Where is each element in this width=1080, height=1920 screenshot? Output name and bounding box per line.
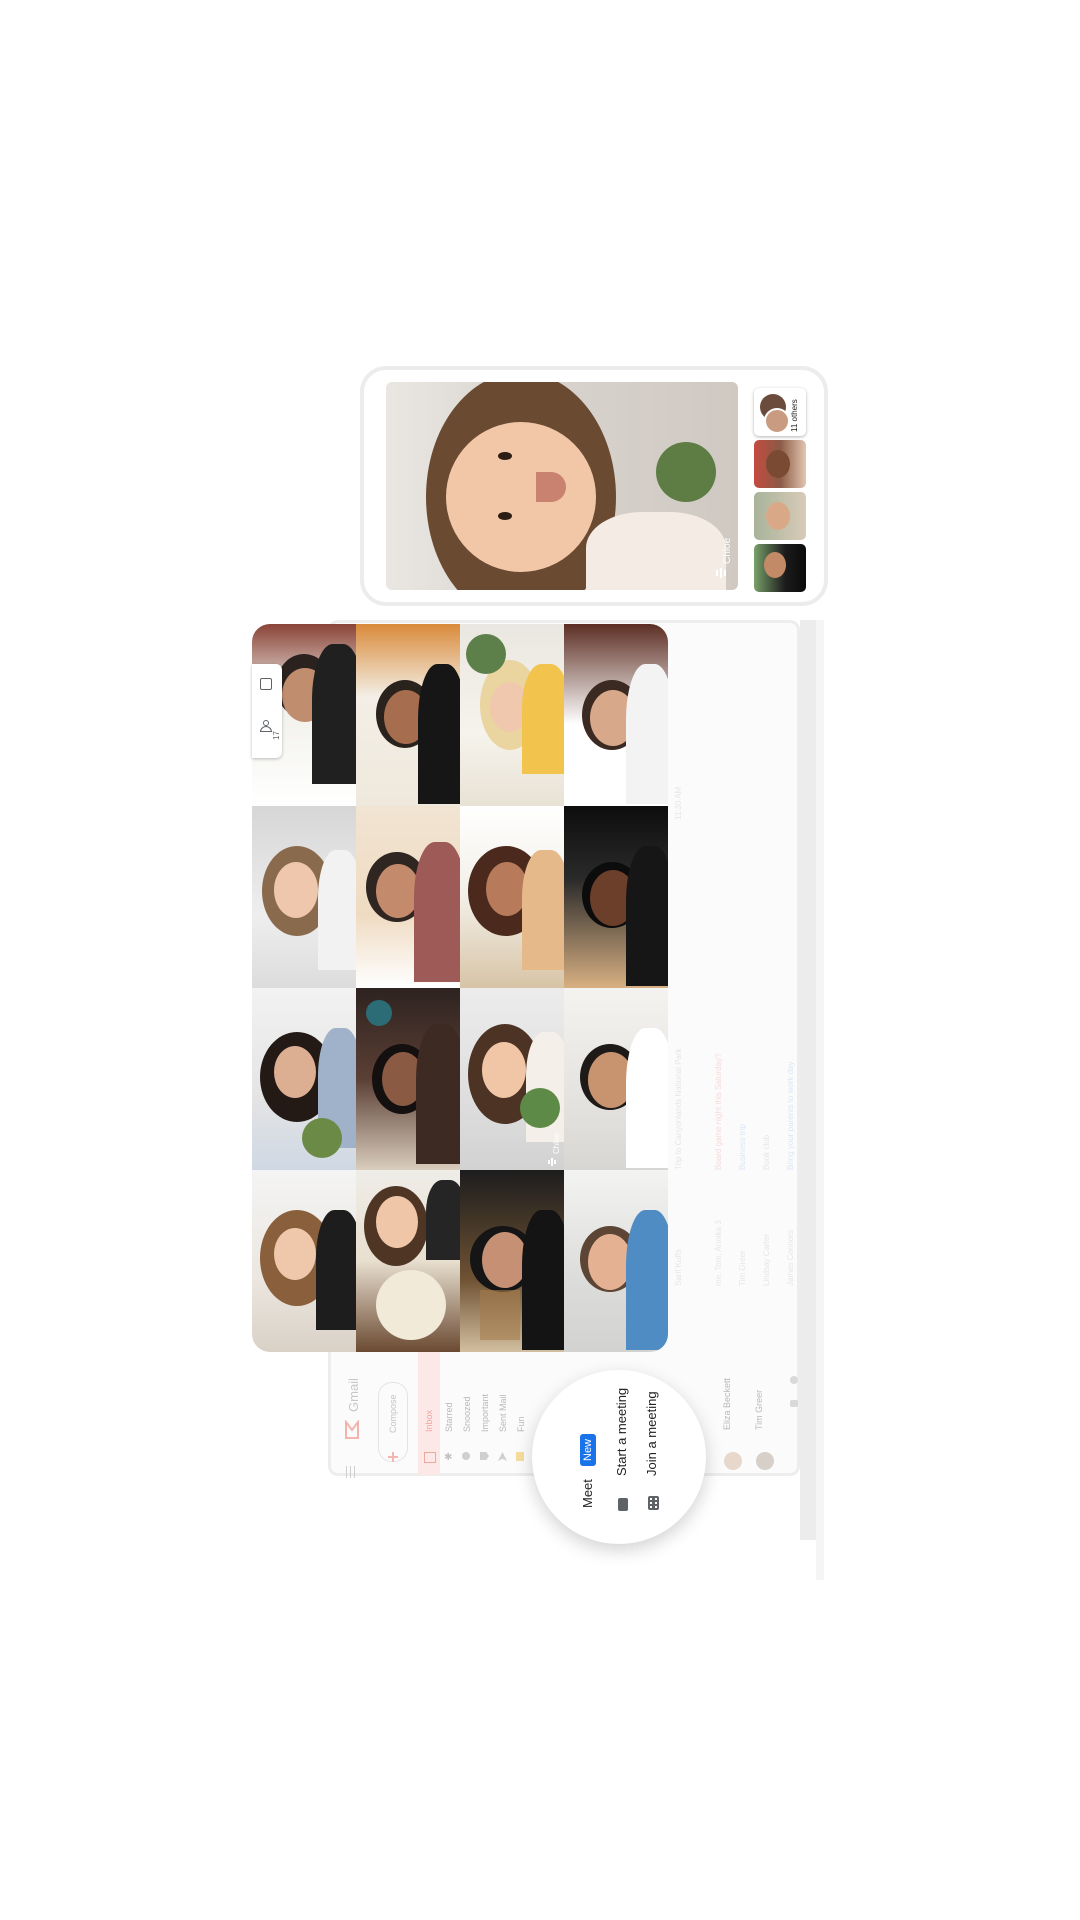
- gmail-window-edge-outer: [816, 620, 824, 1580]
- contact-name[interactable]: Tim Greer: [754, 1390, 764, 1430]
- pip-thumbnail[interactable]: [754, 492, 806, 540]
- email-row-subject[interactable]: Book club: [762, 1135, 771, 1170]
- nav-item-important[interactable]: Important: [480, 1394, 490, 1432]
- video-camera-icon: [618, 1498, 628, 1511]
- pip-thumbnail[interactable]: [754, 440, 806, 488]
- active-speaker-label: Chloe: [552, 1133, 561, 1154]
- participant-tile[interactable]: [356, 624, 460, 806]
- email-row-sender[interactable]: me, Tom, Annika 3: [714, 1220, 723, 1286]
- start-meeting-button[interactable]: Start a meeting: [614, 1388, 629, 1476]
- meet-panel: Meet New Start a meeting Join a meeting: [532, 1370, 706, 1544]
- grid-controls: 17: [252, 664, 282, 758]
- participant-tile-active[interactable]: Chloe: [460, 988, 564, 1170]
- nav-item-starred[interactable]: Starred: [444, 1402, 454, 1432]
- pip-main-video[interactable]: Chloe: [386, 382, 738, 590]
- contact-name[interactable]: Eliza Beckett: [722, 1378, 732, 1430]
- participant-tile[interactable]: [356, 806, 460, 988]
- star-icon: ✱: [444, 1452, 453, 1463]
- email-row-time: 11:30 AM: [674, 786, 683, 820]
- email-row-subject[interactable]: Bring your parents to work day: [786, 1062, 795, 1171]
- email-row-sender[interactable]: James Connors: [786, 1230, 795, 1286]
- participant-tile[interactable]: [252, 1170, 356, 1352]
- participant-tile[interactable]: [252, 806, 356, 988]
- nav-item-snoozed[interactable]: Snoozed: [462, 1396, 472, 1432]
- mic-active-icon: [716, 568, 726, 578]
- rows-container: [546, 1354, 549, 1357]
- email-row-subject[interactable]: Trip to Canyonlands National Park: [674, 1048, 683, 1170]
- participant-tile[interactable]: [564, 1170, 668, 1352]
- nav-item-sent[interactable]: Sent Mail: [498, 1394, 508, 1432]
- pip-speaker-label: Chloe: [722, 537, 733, 564]
- avatar: [756, 1452, 774, 1470]
- join-meeting-button[interactable]: Join a meeting: [644, 1391, 659, 1476]
- people-icon[interactable]: [260, 720, 272, 732]
- people-icon[interactable]: [790, 1376, 798, 1384]
- gmail-logo-icon: [344, 1419, 360, 1440]
- new-badge: New: [580, 1433, 596, 1466]
- menu-icon[interactable]: [344, 1466, 356, 1478]
- chat-icon[interactable]: [260, 678, 272, 690]
- pip-others-button[interactable]: 11 others: [754, 388, 806, 436]
- email-row-sender[interactable]: Tim Greer: [738, 1250, 747, 1286]
- email-row-subject[interactable]: Board game night this Saturday?: [714, 1053, 723, 1170]
- participant-tile[interactable]: [460, 806, 564, 988]
- label-icon: [516, 1452, 524, 1461]
- pip-thumbnail[interactable]: [754, 544, 806, 592]
- meet-title: Meet: [580, 1479, 595, 1508]
- nav-item-inbox[interactable]: Inbox: [424, 1410, 434, 1432]
- nav-item-fun[interactable]: Fun: [516, 1416, 526, 1432]
- keyboard-icon: [648, 1496, 659, 1510]
- email-row-subject[interactable]: Business trip: [738, 1124, 747, 1170]
- participant-tile[interactable]: [564, 988, 668, 1170]
- gmail-window-edge: [800, 620, 816, 1540]
- video-grid: Chloe: [252, 624, 668, 1352]
- participants-count: 17: [272, 731, 281, 740]
- compose-button[interactable]: Compose: [378, 1382, 408, 1462]
- participant-tile[interactable]: [564, 624, 668, 806]
- avatar: [724, 1452, 742, 1470]
- participant-tile[interactable]: [356, 1170, 460, 1352]
- snooze-icon: [462, 1452, 470, 1460]
- email-row-sender[interactable]: Sarif Kuffs: [674, 1249, 683, 1286]
- participant-tile[interactable]: [252, 988, 356, 1170]
- participant-tile[interactable]: [460, 1170, 564, 1352]
- gmail-brand: Gmail: [346, 1378, 361, 1412]
- participant-tile[interactable]: [460, 624, 564, 806]
- chat-icon[interactable]: [790, 1400, 798, 1407]
- mic-active-icon: [548, 1158, 556, 1166]
- email-row-sender[interactable]: Lindsay Carter: [762, 1234, 771, 1286]
- participant-tile[interactable]: [564, 806, 668, 988]
- participant-tile[interactable]: [356, 988, 460, 1170]
- inbox-icon: [424, 1452, 436, 1463]
- compose-plus-icon: [388, 1452, 398, 1462]
